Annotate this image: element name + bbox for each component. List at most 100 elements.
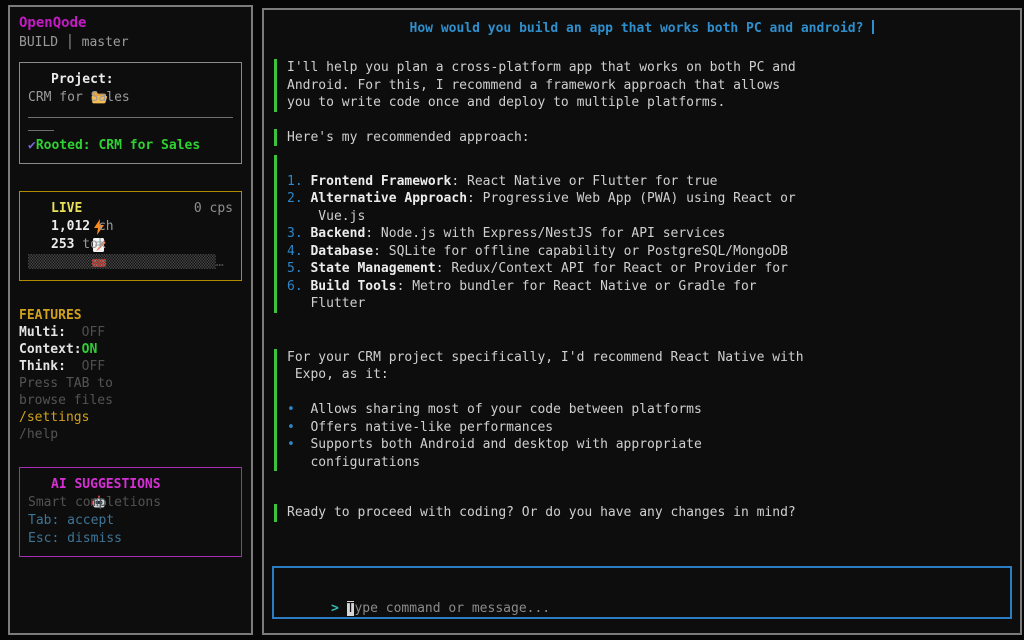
message-text: : Progressive Web App (PWA) using React … — [467, 191, 796, 206]
shortcut-tab: Tab: accept — [28, 512, 233, 530]
message-line: 4. Database: SQLite for offline capabili… — [287, 243, 1010, 261]
shortcut-esc: Esc: dismiss — [28, 530, 233, 548]
message-line: configurations — [287, 454, 1010, 472]
message-line: 2. Alternative Approach: Progressive Web… — [287, 190, 1010, 208]
message-line: Android. For this, I recommend a framewo… — [287, 77, 1010, 95]
message-line: Ready to proceed with coding? Or do you … — [287, 504, 1010, 522]
message-block-1: Here's my recommended approach: — [274, 129, 1010, 147]
message-text: Ready to proceed with coding? Or do you … — [287, 505, 796, 520]
message-text: : SQLite for offline capability or Postg… — [373, 244, 788, 259]
sidebar: OpenQode BUILD │ master Project: CRM for… — [8, 5, 253, 635]
message-text: : Redux/Context API for React or Provide… — [436, 261, 788, 276]
feature-label: Context: — [19, 342, 82, 357]
ai-shortcuts: Tab: acceptEsc: dismiss — [28, 512, 233, 548]
list-marker: 4. — [287, 244, 310, 259]
message-line: Flutter — [287, 295, 1010, 313]
hint-line-1: browse files — [19, 392, 242, 409]
message-text: State Management — [310, 261, 435, 276]
feature-toggle-context[interactable]: Context:ON — [19, 341, 242, 358]
message-text: Build Tools — [310, 279, 396, 294]
chars-value: 1,012 — [51, 218, 90, 236]
message-line: 1. Frontend Framework: React Native or F… — [287, 173, 1010, 191]
feature-commands: /settings/help — [19, 409, 242, 443]
project-name: CRM for Sales — [28, 89, 130, 107]
app-title: OpenQode — [19, 14, 242, 33]
message-text: I'll help you plan a cross-platform app … — [287, 60, 796, 75]
message-text: configurations — [287, 455, 420, 470]
message-text: : Metro bundler for React Native or Grad… — [397, 279, 757, 294]
user-question: How would you build an app that works bo… — [274, 20, 1010, 38]
message-text: Alternative Approach — [310, 191, 467, 206]
message-line: 3. Backend: Node.js with Express/NestJS … — [287, 225, 1010, 243]
message-text: For your CRM project specifically, I'd r… — [287, 350, 804, 365]
chars-unit: ch — [90, 218, 113, 236]
message-line: 5. State Management: Redux/Context API f… — [287, 260, 1010, 278]
message-line — [287, 155, 1010, 173]
message-block-4: Ready to proceed with coding? Or do you … — [274, 504, 1010, 522]
message-text: Frontend Framework — [310, 174, 451, 189]
command-help[interactable]: /help — [19, 426, 242, 443]
list-marker: 3. — [287, 226, 310, 241]
chat-panel: How would you build an app that works bo… — [262, 8, 1022, 635]
message-text: Offers native-like performances — [295, 420, 553, 435]
command-input[interactable]: > Type command or message... — [272, 566, 1012, 619]
feature-label: Think: — [19, 359, 66, 374]
feature-label: Multi: — [19, 325, 66, 340]
feature-toggle-multi[interactable]: Multi: OFF — [19, 324, 242, 341]
list-marker: • — [287, 402, 295, 417]
ai-suggestions-subtitle: Smart completions — [28, 494, 233, 512]
assistant-message: I'll help you plan a cross-platform app … — [274, 59, 1010, 522]
feature-hints: Press TAB tobrowse files — [19, 375, 242, 409]
features-title: FEATURES — [19, 307, 242, 324]
lightning-icon — [28, 201, 44, 217]
list-marker: 1. — [287, 174, 310, 189]
message-text: Database — [310, 244, 373, 259]
list-marker: 5. — [287, 261, 310, 276]
message-line: • Offers native-like performances — [287, 419, 1010, 437]
project-rooted-status: Rooted: CRM for Sales — [36, 137, 200, 155]
feature-value: ON — [82, 342, 98, 357]
list-marker: 2. — [287, 191, 310, 206]
feature-value: OFF — [66, 359, 105, 374]
list-marker: • — [287, 420, 295, 435]
message-line: I'll help you plan a cross-platform app … — [287, 59, 1010, 77]
message-line: Vue.js — [287, 208, 1010, 226]
message-block-3: For your CRM project specifically, I'd r… — [274, 349, 1010, 472]
message-line: 6. Build Tools: Metro bundler for React … — [287, 278, 1010, 296]
message-line: Expo, as it: — [287, 366, 1010, 384]
message-text: : React Native or Flutter for true — [451, 174, 717, 189]
ai-suggestions-title: AI SUGGESTIONS — [51, 476, 161, 494]
message-block-2: 1. Frontend Framework: React Native or F… — [274, 155, 1010, 313]
input-placeholder: ype command or message... — [354, 601, 550, 616]
message-text: : Node.js with Express/NestJS for API se… — [365, 226, 725, 241]
text-cursor — [872, 20, 874, 34]
message-block-0: I'll help you plan a cross-platform app … — [274, 59, 1010, 112]
message-line: • Supports both Android and desktop with… — [287, 436, 1010, 454]
robot-icon — [28, 477, 44, 493]
memo-icon — [28, 219, 44, 235]
command-settings[interactable]: /settings — [19, 409, 242, 426]
folder-icon — [28, 72, 44, 88]
message-line — [287, 384, 1010, 402]
message-line: you to write code once and deploy to mul… — [287, 94, 1010, 112]
message-text: Android. For this, I recommend a framewo… — [287, 78, 780, 93]
project-box: Project: CRM for Sales ✔Rooted: CRM for … — [19, 62, 242, 164]
list-marker: 6. — [287, 279, 310, 294]
tokens-unit: tok — [74, 236, 105, 254]
check-icon: ✔ — [28, 137, 36, 155]
ai-suggestions-box: AI SUGGESTIONS Smart completions Tab: ac… — [19, 467, 242, 557]
tokens-value: 253 — [51, 236, 74, 254]
live-label: LIVE — [51, 200, 82, 218]
feature-value: OFF — [66, 325, 105, 340]
user-question-text: How would you build an app that works bo… — [410, 21, 864, 36]
feature-toggle-think[interactable]: Think: OFF — [19, 358, 242, 375]
divider-short — [28, 130, 54, 131]
activity-sparkline: ▒▒▒▒▒▒▒▒▒▒▒▒▒▒▒▒▒▒▒▒▒▒▒▒… — [28, 254, 233, 272]
message-text: Backend — [310, 226, 365, 241]
message-text: Flutter — [287, 296, 365, 311]
message-line: For your CRM project specifically, I'd r… — [287, 349, 1010, 367]
cps-counter: 0 cps — [194, 200, 233, 218]
prompt-icon: > — [331, 601, 347, 616]
features-section: FEATURES Multi: OFFContext:ONThink: OFF … — [19, 307, 242, 443]
message-text: Supports both Android and desktop with a… — [295, 437, 702, 452]
